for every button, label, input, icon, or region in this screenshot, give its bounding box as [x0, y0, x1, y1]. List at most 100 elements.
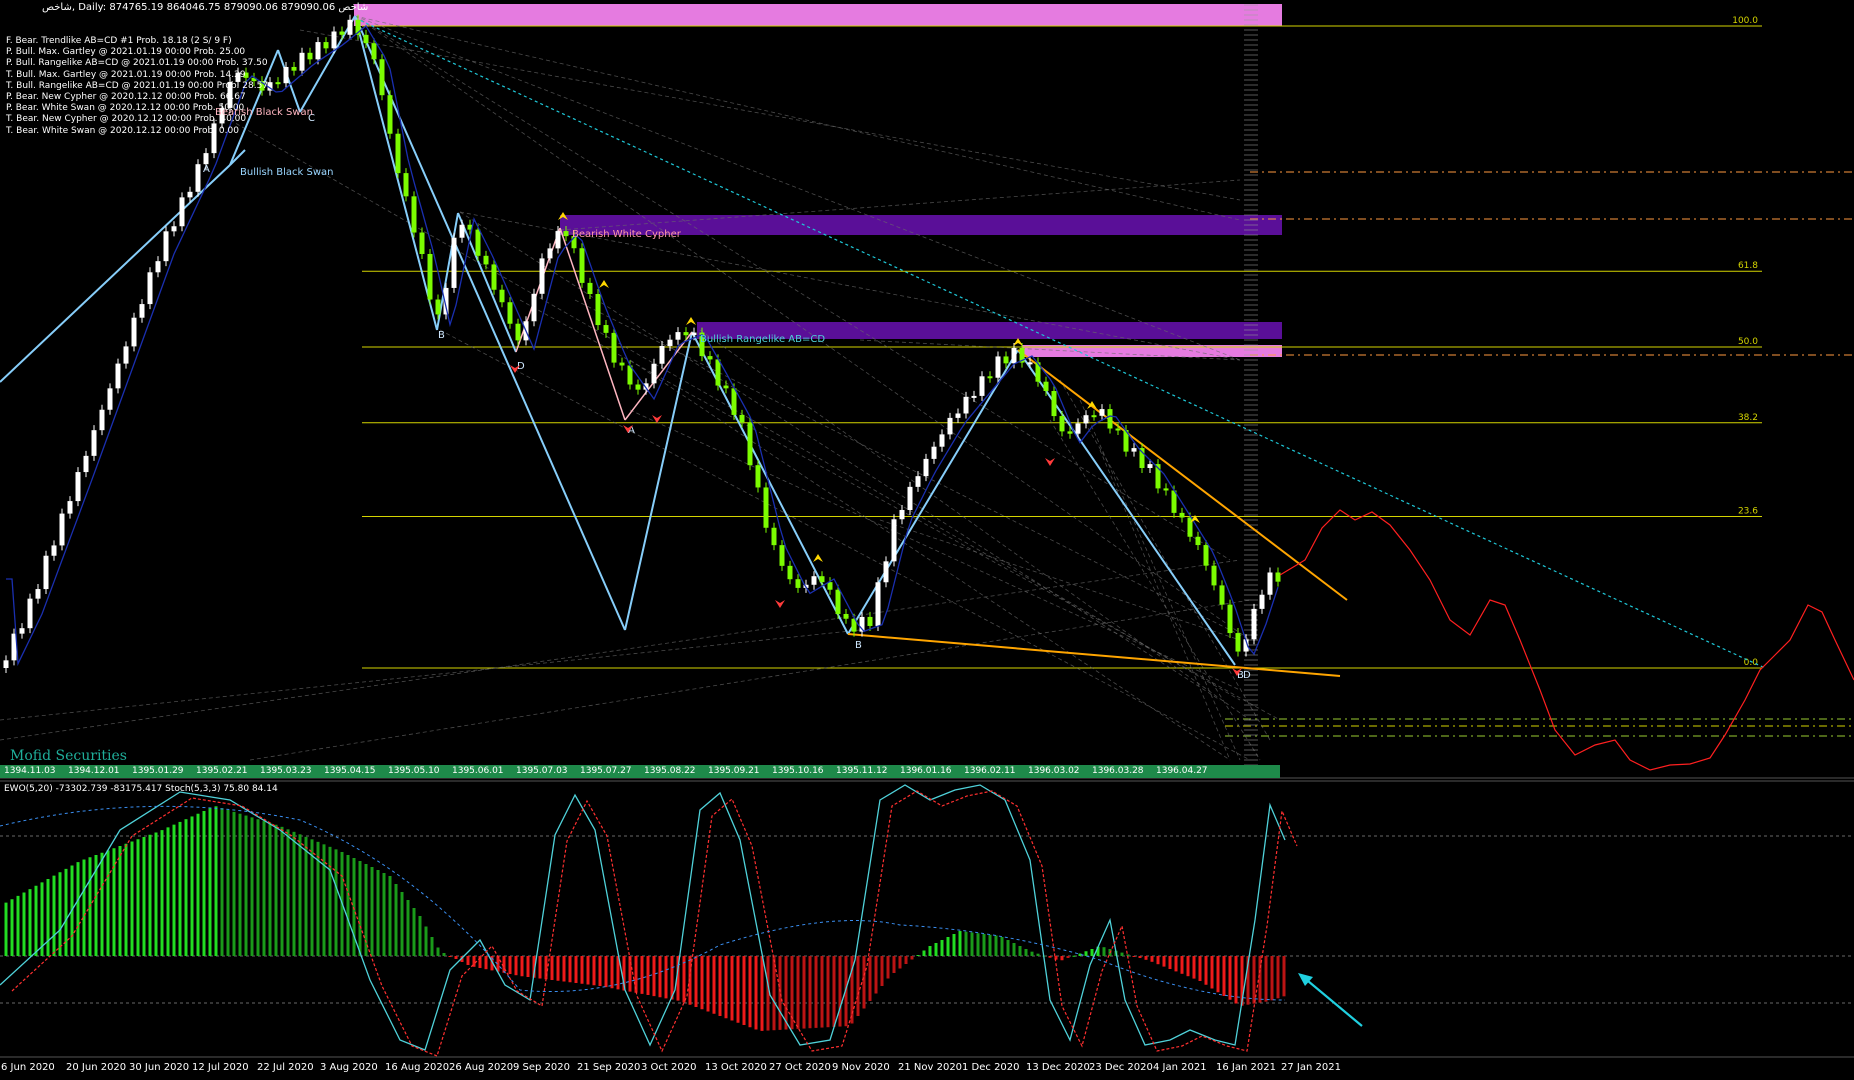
candle-body [427, 253, 433, 300]
ewo-bar [130, 841, 134, 956]
ewo-bar [1156, 956, 1160, 965]
candle-body [987, 376, 993, 379]
candle-body [563, 231, 569, 237]
candle-body [883, 561, 889, 583]
persian-date-label: 1395.08.22 [644, 766, 696, 776]
candle-body [35, 589, 41, 599]
harmonic-fan-line [629, 359, 1231, 761]
ewo-bar [964, 931, 968, 956]
ewo-bar [520, 956, 524, 977]
legend-entry: P. Bull. Max. Gartley @ 2021.01.19 00:00… [6, 47, 246, 58]
ewo-bar [262, 821, 266, 956]
time-axis-label: 21 Nov 2020 [898, 1062, 963, 1073]
candle-body [739, 414, 745, 423]
fib-level-label: 100.0 [1732, 16, 1758, 26]
ewo-bar [706, 956, 710, 1012]
ewo-bar [1090, 949, 1094, 956]
pattern-point-label: A [203, 164, 210, 175]
candle-body [963, 396, 969, 414]
time-axis-label: 26 Aug 2020 [449, 1062, 514, 1073]
ewo-bar [448, 956, 452, 957]
ewo-bar [538, 956, 542, 979]
candle-body [1075, 423, 1081, 434]
ewo-bar [760, 956, 764, 1031]
candle-body [723, 385, 729, 389]
candle-body [1099, 409, 1105, 416]
ewo-bar [994, 935, 998, 956]
ewo-bar [298, 834, 302, 956]
candle-body [19, 628, 25, 634]
candle-body [331, 31, 337, 49]
ewo-bar [1192, 956, 1196, 979]
candle-body [1067, 431, 1073, 434]
candle-body [275, 82, 281, 85]
ewo-bar [862, 956, 866, 1009]
ewo-bar [238, 813, 242, 956]
ewo-bar [52, 875, 56, 956]
harmonic-fan-line [354, 15, 1241, 361]
legend-entry: F. Bear. Trendlike AB=CD #1 Prob. 18.18 … [6, 36, 232, 46]
time-axis-label: 16 Jan 2021 [1216, 1062, 1276, 1073]
ewo-bar [376, 870, 380, 956]
candle-body [1043, 381, 1049, 391]
ewo-bar [550, 956, 554, 980]
persian-date-label: 1396.01.16 [900, 766, 952, 776]
ewo-bar [1174, 956, 1178, 972]
candle-body [683, 332, 689, 336]
ewo-bar [1066, 956, 1070, 958]
ewo-bar [664, 956, 668, 999]
ewo-bar [418, 916, 422, 956]
legend-entry: T. Bear. New Cypher @ 2020.12.12 00:00 P… [6, 114, 247, 125]
pattern-point-label: B [438, 330, 445, 341]
pattern-point-label: B [855, 640, 862, 651]
candle-body [491, 264, 497, 290]
ewo-bar [1048, 956, 1052, 958]
ewo-bar [1060, 956, 1064, 961]
candle-body [747, 422, 753, 466]
candle-body [587, 282, 593, 295]
ewo-bar [274, 824, 278, 956]
ewo-bar [976, 933, 980, 956]
ewo-bar [880, 956, 884, 986]
ewo-bar [586, 956, 590, 985]
ewo-bar [610, 956, 614, 989]
ewo-bar [946, 937, 950, 956]
signal-arrow-icon [1045, 458, 1055, 466]
candle-body [915, 476, 921, 487]
time-axis-label: 9 Nov 2020 [832, 1062, 890, 1073]
chart-window[interactable]: 100.0 61.8 50.0 38.2 23.6 0.0 A B C B D A B D Bearish … [0, 0, 1854, 1080]
ewo-bar [940, 940, 944, 956]
candle-body [867, 616, 873, 626]
price-chart[interactable]: 100.061.850.038.223.60.0ABCBDAB DBearish … [0, 0, 1854, 1080]
ewo-bar [742, 956, 746, 1025]
candle-body [203, 153, 209, 165]
candle-body [1115, 428, 1121, 431]
ewo-bar [412, 908, 416, 956]
pattern-leg [457, 212, 517, 353]
ewo-bar [736, 956, 740, 1023]
persian-date-label: 1395.02.21 [196, 766, 248, 776]
candle-body [843, 613, 849, 619]
ewo-bar [112, 848, 116, 956]
pattern-name-label: Bearish White Cypher [572, 229, 682, 240]
ewo-bar [76, 862, 80, 956]
pattern-name-label: Bullish Rangelike AB=CD [700, 334, 825, 345]
time-axis-label: 13 Dec 2020 [1026, 1062, 1090, 1073]
legend-entry: P. Bull. Rangelike AB=CD @ 2021.01.19 00… [6, 58, 268, 69]
candle-body [811, 576, 817, 585]
ewo-bar [988, 934, 992, 956]
candle-body [1235, 633, 1241, 652]
ewo-bar [1030, 951, 1034, 956]
chart-title: شاخص, Daily: 874765.19 864046.75 879090.… [42, 2, 369, 13]
candle-body [875, 582, 881, 626]
time-axis: 6 Jun 2020 20 Jun 2020 30 Jun 2020 12 Jul 2… [0, 1058, 1854, 1080]
ewo-bar [640, 956, 644, 994]
candle-body [1275, 572, 1281, 582]
candle-body [459, 224, 465, 238]
candle-body [387, 95, 393, 134]
candle-body [819, 576, 825, 583]
ewo-bar [1072, 955, 1076, 957]
ewo-bar [172, 824, 176, 956]
candle-body [419, 232, 425, 254]
candle-body [187, 191, 193, 198]
